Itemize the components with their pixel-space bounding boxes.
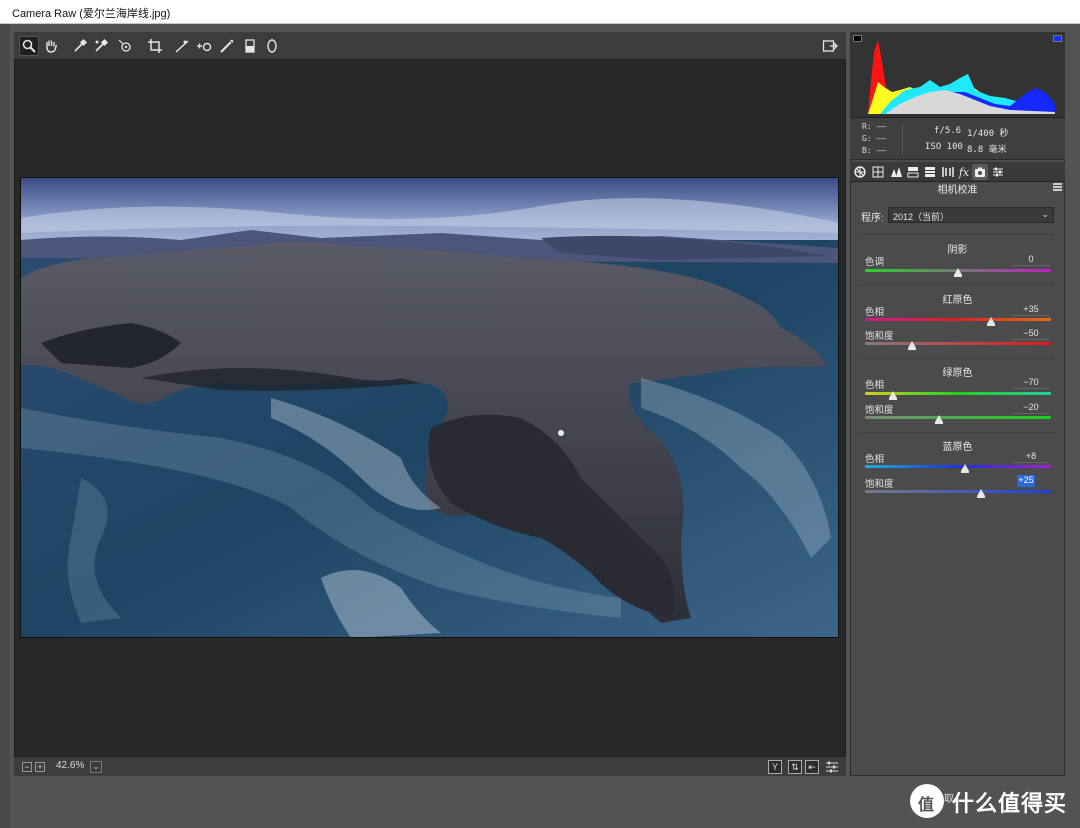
slider-thumb[interactable] <box>977 489 986 498</box>
tool-bar <box>14 32 846 60</box>
split-toning-icon[interactable] <box>922 164 938 180</box>
slider-value[interactable]: +8 <box>1012 451 1050 463</box>
iso: ISO 100 <box>925 142 963 152</box>
slider-label: 色相 <box>865 454 885 465</box>
panel-title: 相机校准 <box>937 185 978 196</box>
slider-track-red-saturation[interactable] <box>865 342 1051 345</box>
b-label: B: <box>862 146 872 155</box>
g-label: G: <box>862 134 872 143</box>
brand-logo-char: 值 <box>918 797 935 814</box>
panel-menu-icon[interactable] <box>1053 183 1062 191</box>
watermark: 值 什么值得买 <box>908 782 1078 822</box>
process-select[interactable]: 2012（当前） ⌄ <box>888 207 1054 223</box>
slider-value[interactable]: −70 <box>1012 377 1050 389</box>
slider-thumb[interactable] <box>986 317 995 326</box>
r-label: R: <box>862 122 872 131</box>
slider-label: 饱和度 <box>865 479 894 490</box>
slider-label: 色相 <box>865 380 885 391</box>
slider-label: 饱和度 <box>865 331 894 342</box>
slider-label: 色相 <box>865 307 885 318</box>
red-eye-icon[interactable] <box>217 36 237 56</box>
slider-value-active[interactable]: +25 <box>1017 475 1035 487</box>
slider-label: 色调 <box>865 257 885 268</box>
g-readout: G: —— <box>862 134 886 143</box>
slider-thumb[interactable] <box>907 341 916 350</box>
slider-track-blue-hue[interactable] <box>865 465 1051 468</box>
status-bar: − + 42.6% ⌄ Y ⇅ ⇤ <box>14 756 846 776</box>
slider-value[interactable]: 0 <box>1012 254 1050 266</box>
radial-filter-icon[interactable] <box>262 36 282 56</box>
view-settings-icon[interactable] <box>825 760 839 774</box>
slider-track-green-saturation[interactable] <box>865 416 1051 419</box>
chevron-down-icon: ⌄ <box>1041 209 1049 219</box>
before-after-view-button[interactable]: Y <box>768 760 782 774</box>
slider-value[interactable]: −20 <box>1012 402 1050 414</box>
pixel-info: R: —— G: —— B: —— f/5.6 1/400 秒 ISO 100 … <box>850 118 1065 160</box>
photo-preview[interactable] <box>20 177 839 638</box>
lens-corrections-icon[interactable] <box>940 164 956 180</box>
section-divider <box>861 284 1054 285</box>
slider-thumb[interactable] <box>888 391 897 400</box>
process-label: 程序: <box>861 213 884 224</box>
panel-tabs: fx <box>850 162 1065 182</box>
shutter-speed: 1/400 秒 <box>967 129 1009 139</box>
zoom-out-button[interactable]: − <box>22 762 32 772</box>
white-balance-icon[interactable] <box>70 36 90 56</box>
r-value: —— <box>876 122 887 131</box>
slider-label: 饱和度 <box>865 405 894 416</box>
hsl-icon[interactable] <box>905 164 921 180</box>
window-titlebar: Camera Raw (爱尔兰海岸线.jpg) <box>0 0 1080 24</box>
brand-text: 什么值得买 <box>952 791 1068 816</box>
swap-settings-button[interactable]: ⇅ <box>788 760 802 774</box>
targeted-adjustment-icon[interactable] <box>115 36 135 56</box>
copy-settings-button[interactable]: ⇤ <box>805 760 819 774</box>
aperture: f/5.6 <box>934 126 962 136</box>
zoom-dropdown[interactable]: ⌄ <box>90 761 102 773</box>
adjustment-brush-icon[interactable] <box>240 36 260 56</box>
histogram <box>850 32 1065 118</box>
b-value: —— <box>876 146 887 155</box>
slider-track-blue-saturation[interactable] <box>865 490 1051 493</box>
zoom-level: 42.6% <box>56 760 85 771</box>
detail-icon[interactable] <box>888 164 904 180</box>
info-separator <box>902 124 903 154</box>
b-readout: B: —— <box>862 146 886 155</box>
slider-value[interactable]: +35 <box>1012 304 1050 316</box>
process-value: 2012（当前） <box>893 212 950 222</box>
tone-curve-icon[interactable] <box>870 164 886 180</box>
hand-icon[interactable] <box>41 36 61 56</box>
slider-thumb[interactable] <box>961 464 970 473</box>
section-divider <box>861 234 1054 235</box>
window-title: Camera Raw (爱尔兰海岸线.jpg) <box>12 8 171 20</box>
brand-logo-icon: 值 <box>910 784 944 818</box>
slider-track-red-hue[interactable] <box>865 318 1051 321</box>
slider-value[interactable]: −50 <box>1012 328 1050 340</box>
color-sampler-icon[interactable] <box>91 36 111 56</box>
focal-length: 8.8 毫米 <box>967 145 1007 155</box>
zoom-icon[interactable] <box>19 36 39 56</box>
basic-icon[interactable] <box>852 164 868 180</box>
presets-icon[interactable] <box>990 164 1006 180</box>
camera-calibration-icon[interactable] <box>972 164 988 180</box>
r-readout: R: —— <box>862 122 886 131</box>
spot-removal-icon[interactable] <box>194 36 214 56</box>
open-preferences-icon[interactable] <box>820 36 840 56</box>
crop-icon[interactable] <box>145 36 165 56</box>
section-divider <box>861 432 1054 433</box>
g-value: —— <box>876 134 887 143</box>
left-edge-strip <box>0 24 10 828</box>
straighten-icon[interactable] <box>172 36 192 56</box>
zoom-in-button[interactable]: + <box>35 762 45 772</box>
effects-icon[interactable]: fx <box>956 164 972 180</box>
slider-thumb[interactable] <box>954 268 962 277</box>
section-divider <box>861 358 1054 359</box>
slider-thumb[interactable] <box>935 415 944 424</box>
